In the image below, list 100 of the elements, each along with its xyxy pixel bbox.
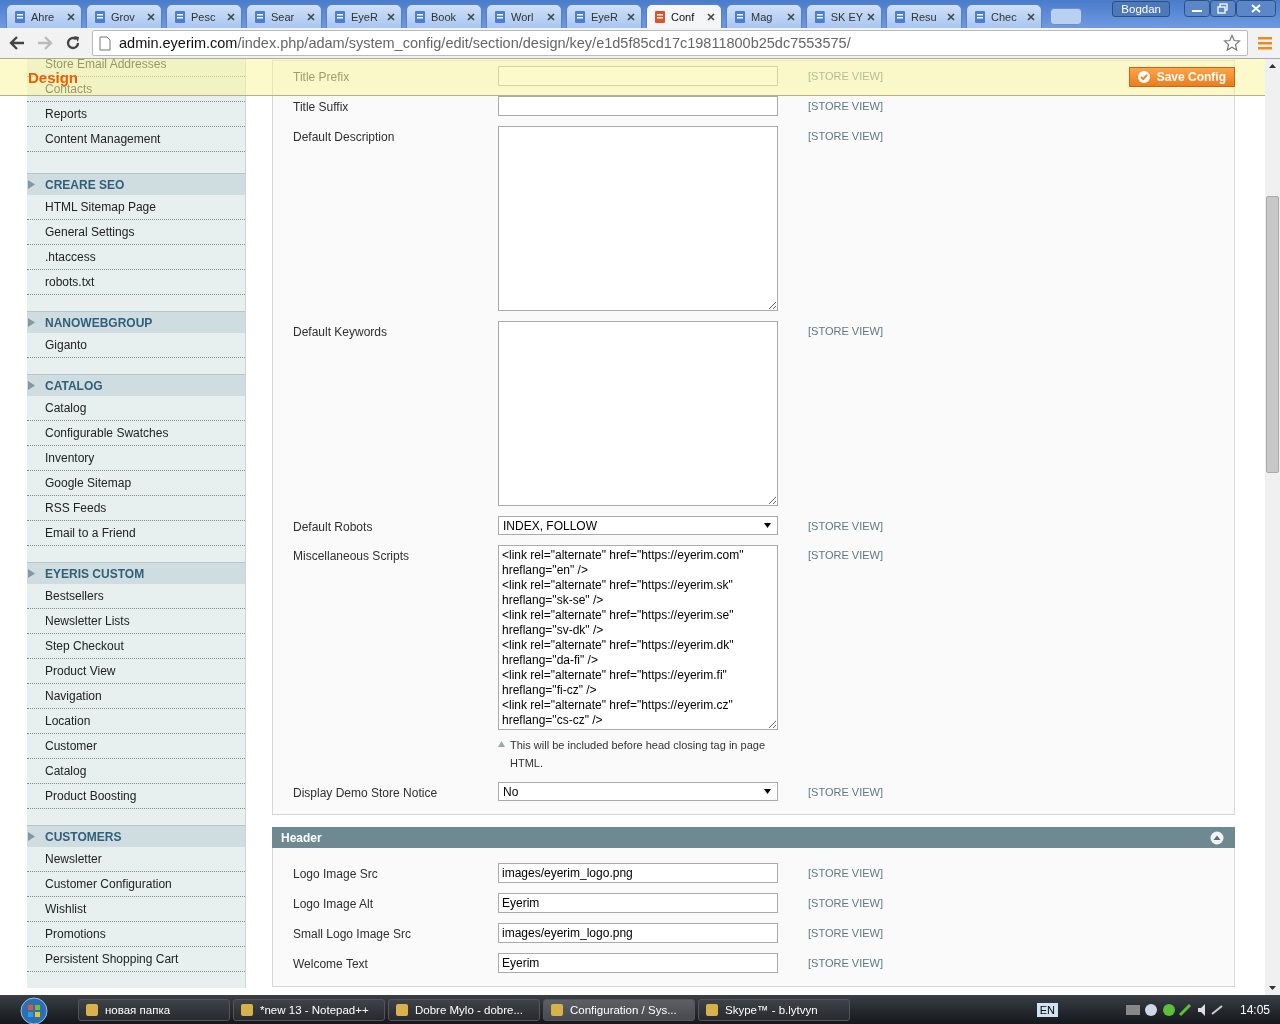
sidebar-item[interactable]: RSS Feeds [45,501,107,515]
sidebar-item[interactable]: Reports [45,107,88,121]
page-icon [733,9,747,24]
browser-tab[interactable]: Chec [966,4,1042,28]
sidebar-item[interactable]: Content Management [45,132,161,146]
text-field[interactable]: images/eyerim_logo.png [498,863,778,883]
sidebar-item[interactable]: Navigation [45,689,102,703]
taskbar-item[interactable]: Skype™ - b.lytvyn [698,998,850,1021]
sidebar-item[interactable]: Persistent Shopping Cart [45,952,179,966]
browser-tab[interactable]: Worl [486,4,562,28]
text-area[interactable]: <link rel="alternate" href="https://eyerim.com" hreflang="en" /> <link rel="alternate" href="https://eyerim.sk" hreflang="sk-se" /> <link rel="alternate" href="https://eyerim.se" hreflang="sv-dk" /> <link rel="alternate" href="https://eyerim.dk" hreflang="da-fi" /> <link rel="alternate" href="https://eyerim.fi" hreflang="fi-cz" /> <link rel="alternate" href="https://eyerim.cz" hreflang="cs-cz" /> [498,545,778,730]
close-icon[interactable] [1027,12,1035,21]
triangle-icon [498,741,505,747]
address-bar[interactable]: admin.eyerim.com/index.php/adam/system_config/edit/section/design/key/e1d5f85cd17c19811800b25dc7553575/ [92,30,1248,56]
page-icon [333,9,347,24]
clock: 14:05 [1239,1002,1270,1017]
close-icon[interactable] [707,12,715,21]
close-icon[interactable] [1236,0,1276,17]
taskbar-item[interactable]: новая папка [78,998,230,1021]
close-icon[interactable] [787,12,795,21]
close-icon[interactable] [307,12,315,21]
close-icon[interactable] [147,12,155,21]
sidebar-item[interactable]: Inventory [45,451,95,465]
sidebar-item[interactable]: HTML Sitemap Page [45,200,156,214]
sidebar-section-header[interactable]: CREARE SEO [27,173,245,195]
close-icon[interactable] [627,12,635,21]
browser-tab[interactable]: Ahre [6,4,82,28]
page-icon [893,9,907,24]
sidebar-item[interactable]: General Settings [45,225,135,239]
sidebar-item[interactable]: Product Boosting [45,789,137,803]
back-icon[interactable] [8,34,26,52]
browser-tab[interactable]: Sear [246,4,322,28]
taskbar-item[interactable]: Dobre Mylo - dobre... [388,998,540,1021]
maximize-icon[interactable] [1210,0,1236,17]
sidebar-item[interactable]: Newsletter Lists [45,614,130,628]
sidebar-item[interactable]: Customer [45,739,97,753]
sidebar-item[interactable]: .htaccess [45,250,96,264]
scope-label: [STORE VIEW] [808,926,883,939]
sidebar-section-header[interactable]: NANOWEBGROUP [27,311,245,333]
browser-tab[interactable]: Conf [646,4,722,28]
url-text: admin.eyerim.com/index.php/adam/system_config/edit/section/design/key/e1d5f85cd17c19811800b25dc7553575/ [119,35,852,51]
sidebar-item[interactable]: Google Sitemap [45,476,132,490]
field-label: Default Keywords [293,324,389,339]
check-circle-icon [1137,71,1150,83]
sidebar-item[interactable]: Product View [45,664,116,678]
sidebar-item[interactable]: Email to a Friend [45,526,136,540]
text-field[interactable] [498,66,778,86]
sidebar-item[interactable]: Newsletter [45,852,102,866]
close-icon[interactable] [67,12,75,21]
sidebar-item[interactable]: Giganto [45,338,88,352]
sidebar-item[interactable]: Step Checkout [45,639,124,653]
close-icon[interactable] [947,12,955,21]
sidebar-item[interactable]: Location [45,714,91,728]
tray-icons[interactable] [1123,1001,1224,1018]
scrollbar-thumb[interactable] [1266,196,1279,473]
taskbar-item[interactable]: *new 13 - Notepad++ [233,998,385,1021]
app-icon [705,1002,719,1017]
sidebar-item[interactable]: Catalog [45,401,87,415]
browser-tab[interactable]: EyeR [566,4,642,28]
browser-tab[interactable]: Resu [886,4,962,28]
dropdown[interactable]: INDEX, FOLLOW [498,516,778,535]
sidebar-item[interactable]: Configurable Swatches [45,426,169,440]
text-field[interactable] [498,96,778,116]
sidebar-item[interactable]: Catalog [45,764,87,778]
collapse-icon[interactable] [1210,830,1224,845]
language-indicator[interactable]: EN [1036,1002,1058,1017]
profile-button[interactable]: Bogdan [1112,1,1170,17]
sidebar-section-header[interactable]: CUSTOMERS [27,825,245,847]
scope-label: [STORE VIEW] [808,519,883,532]
browser-tab[interactable]: Grov [86,4,162,28]
sidebar-item[interactable]: Promotions [45,927,106,941]
close-icon[interactable] [227,12,235,21]
scrollbar[interactable] [1265,59,1280,995]
sidebar-item[interactable]: robots.txt [45,275,95,289]
browser-tab[interactable]: SK EY [806,4,882,28]
field-label: Title Prefix [293,69,351,84]
star-icon[interactable] [1223,34,1241,52]
page-icon [99,35,111,51]
browser-tab[interactable]: Book [406,4,482,28]
close-icon[interactable] [467,12,475,21]
close-icon[interactable] [867,12,875,21]
dropdown[interactable]: No [498,782,778,801]
text-field[interactable]: Eyerim [498,953,778,973]
browser-tab[interactable]: EyeR [326,4,402,28]
app-icon [395,1002,409,1017]
browser-tab[interactable]: Pesc [166,4,242,28]
close-icon[interactable] [387,12,395,21]
section-header-bar[interactable]: Header [272,827,1235,848]
browser-tab[interactable]: Mag [726,4,802,28]
sidebar-item[interactable]: Customer Configuration [45,877,172,891]
minimize-icon[interactable] [1184,0,1210,17]
sidebar-section-header[interactable]: EYERIS CUSTOM [27,562,245,584]
sidebar-section-header[interactable]: CATALOG [27,374,245,396]
text-field[interactable]: images/eyerim_logo.png [498,923,778,943]
text-field[interactable]: Eyerim [498,893,778,913]
sidebar-item[interactable]: Bestsellers [45,589,104,603]
close-icon[interactable] [547,12,555,21]
sidebar-item[interactable]: Wishlist [45,902,87,916]
reload-icon[interactable] [64,34,82,52]
taskbar-item[interactable]: Configuration / Sys... [543,998,695,1021]
